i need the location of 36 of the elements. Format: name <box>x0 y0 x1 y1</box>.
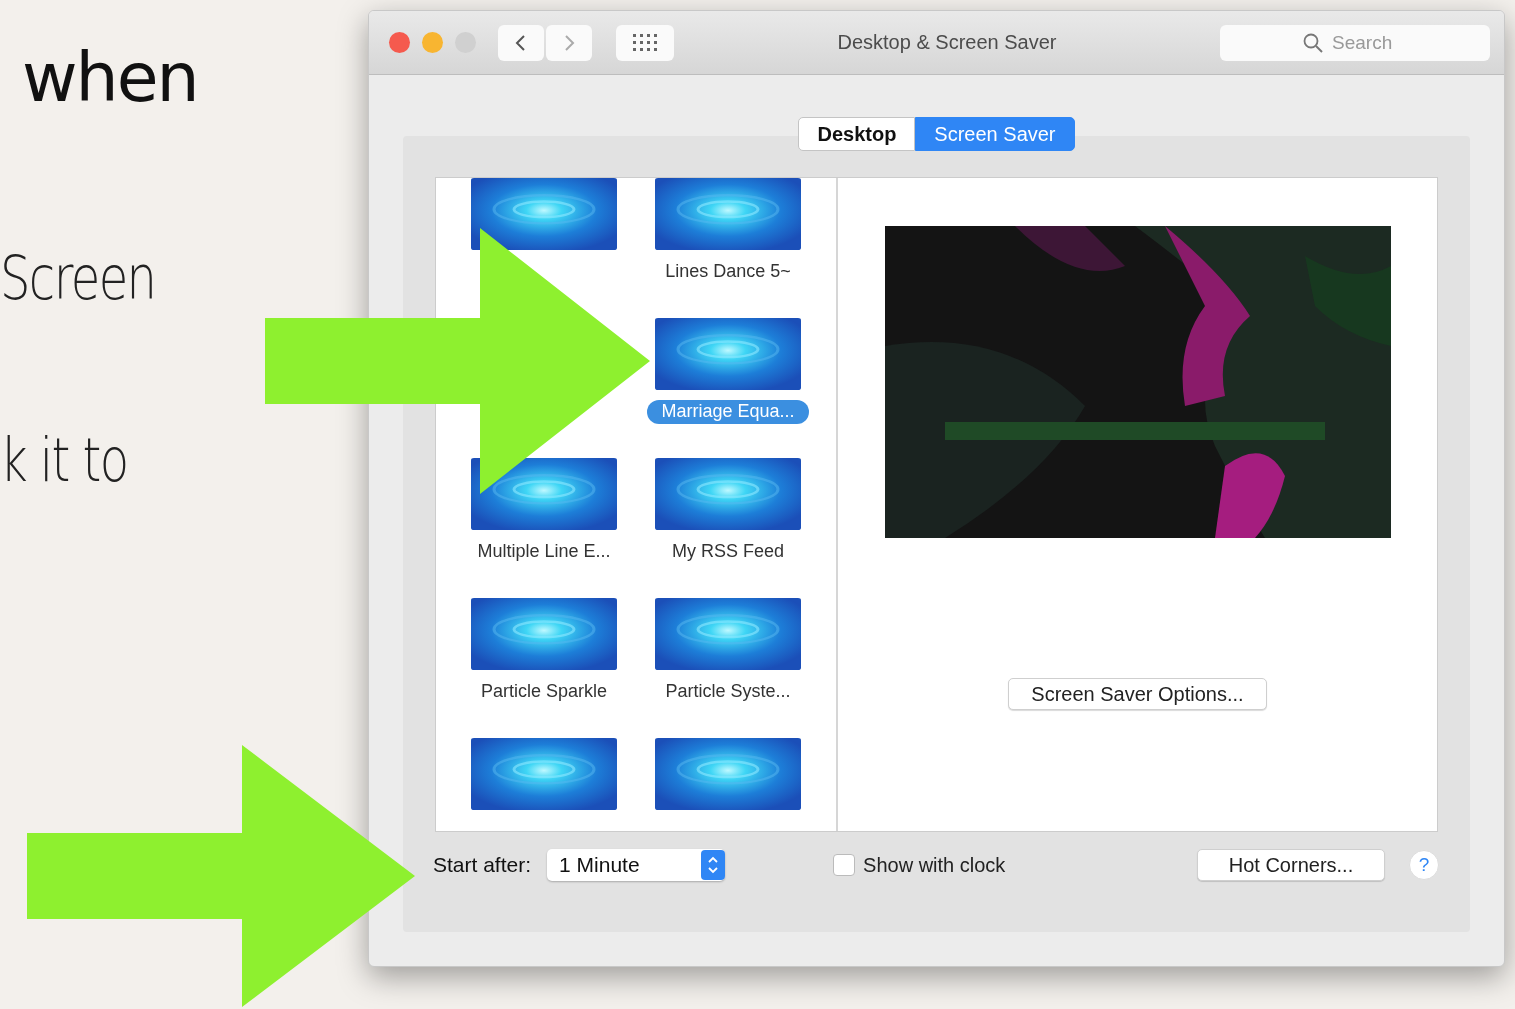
checkbox[interactable] <box>833 854 856 876</box>
screen-saver-label[interactable]: Lines Dance 5~ <box>651 260 805 284</box>
swirl-thumbnail-icon[interactable] <box>655 178 801 250</box>
screen-saver-options-button[interactable]: Screen Saver Options... <box>1008 678 1267 710</box>
swirl-thumbnail-icon[interactable] <box>655 458 801 530</box>
checkbox-label: Show with clock <box>863 853 1006 877</box>
swirl-thumbnail-icon[interactable] <box>655 318 801 390</box>
window-title: Desktop & Screen Saver <box>836 31 1058 54</box>
help-button[interactable]: ? <box>1409 850 1439 880</box>
screen-saver-label[interactable]: Particle Sparkle <box>466 680 622 704</box>
slide-text: Screen <box>0 243 157 313</box>
swirl-thumbnail-icon[interactable] <box>471 598 617 670</box>
hot-corners-button[interactable]: Hot Corners... <box>1197 849 1385 881</box>
swirl-thumbnail-icon[interactable] <box>471 178 617 250</box>
screen-saver-label[interactable]: My RSS Feed <box>657 540 798 564</box>
close-button[interactable] <box>389 32 410 53</box>
tab[interactable]: Screen Saver <box>915 117 1075 151</box>
screen-saver-label[interactable]: Multiple Line E... <box>463 540 625 564</box>
start-after-dropdown[interactable]: 1 Minute <box>547 849 726 881</box>
swirl-thumbnail-icon[interactable] <box>655 738 801 810</box>
tab[interactable]: Desktop <box>798 117 916 151</box>
slide-text: when <box>22 38 199 117</box>
swirl-thumbnail-icon[interactable] <box>471 738 617 810</box>
back-button[interactable] <box>498 24 544 61</box>
swirl-thumbnail-icon[interactable] <box>655 598 801 670</box>
chevron-right-icon <box>562 32 576 53</box>
slide-text: k it to <box>0 425 129 495</box>
grid-icon <box>632 32 658 53</box>
screen-saver-label[interactable]: Particle Syste... <box>651 680 805 704</box>
start-after-label: Start after: <box>433 853 532 877</box>
search-field[interactable]: Search <box>1220 24 1490 61</box>
show-all-button[interactable] <box>616 24 674 61</box>
stepper-icon <box>701 850 726 880</box>
swirl-thumbnail-icon[interactable] <box>471 458 617 530</box>
search-icon <box>1302 31 1324 54</box>
chevron-left-icon <box>514 32 528 53</box>
